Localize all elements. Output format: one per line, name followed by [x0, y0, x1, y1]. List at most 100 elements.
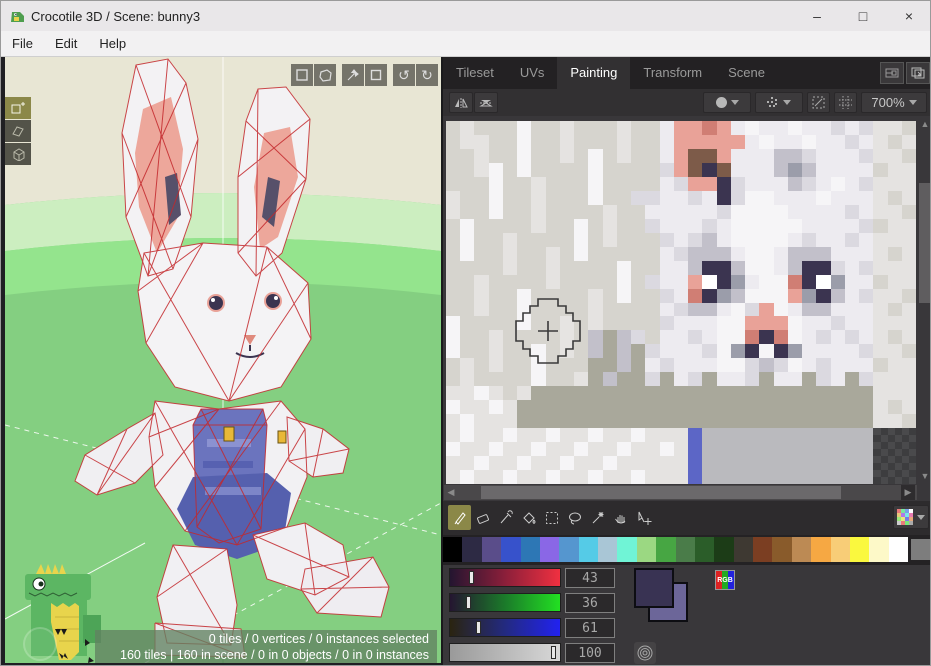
- palette-grid-icon: [897, 509, 913, 525]
- tab-scene[interactable]: Scene: [715, 57, 778, 89]
- vertical-scroll-thumb[interactable]: [919, 183, 931, 303]
- palette-swatch[interactable]: [734, 537, 753, 562]
- brush-shape-dropdown[interactable]: [703, 92, 751, 113]
- window-title: Crocotile 3D / Scene: bunny3: [31, 9, 200, 24]
- palette-swatch[interactable]: [637, 537, 656, 562]
- palette-swatch[interactable]: [714, 537, 733, 562]
- blue-slider[interactable]: [449, 618, 561, 637]
- painting-toolbar: 700%: [443, 89, 931, 116]
- mirror-y-button[interactable]: [474, 92, 498, 113]
- tab-transform[interactable]: Transform: [630, 57, 715, 89]
- chevron-down-icon: [731, 100, 739, 105]
- scroll-left-icon[interactable]: ◀: [444, 485, 458, 499]
- dither-dots-icon: [767, 97, 779, 109]
- blue-slider-thumb[interactable]: [476, 621, 481, 634]
- palette-swatch[interactable]: [695, 537, 714, 562]
- maximize-button[interactable]: □: [840, 1, 886, 31]
- menu-file[interactable]: File: [1, 31, 44, 56]
- palette-swatch[interactable]: [482, 537, 501, 562]
- tab-tileset[interactable]: Tileset: [443, 57, 507, 89]
- lasso-tool[interactable]: [563, 505, 586, 530]
- edit-tile-mode-button[interactable]: [5, 120, 31, 142]
- menu-edit[interactable]: Edit: [44, 31, 88, 56]
- popout-panel-icon[interactable]: [906, 62, 930, 84]
- palette-swatch[interactable]: [850, 537, 869, 562]
- palette-swatch[interactable]: [811, 537, 830, 562]
- close-button[interactable]: ×: [886, 1, 931, 31]
- rotate-ccw-icon[interactable]: ↺: [393, 64, 415, 86]
- palette-swatch[interactable]: [540, 537, 559, 562]
- opacity-value[interactable]: 100: [565, 643, 615, 663]
- palette-swatch[interactable]: [462, 537, 481, 562]
- palette-swatch[interactable]: [579, 537, 598, 562]
- opacity-slider-thumb[interactable]: [551, 646, 556, 659]
- move-select-tool[interactable]: [632, 505, 655, 530]
- viewport-3d[interactable]: ↺ ↻ 0 tiles / 0 vertices / 0 instances s…: [1, 57, 441, 666]
- pixel-grid-button[interactable]: [834, 92, 857, 113]
- palette-swatch[interactable]: [753, 537, 772, 562]
- fill-tool[interactable]: [517, 505, 540, 530]
- scroll-down-icon[interactable]: ▼: [918, 469, 931, 483]
- palette-swatch[interactable]: [831, 537, 850, 562]
- palette-swatch[interactable]: [521, 537, 540, 562]
- palette-swatch[interactable]: [869, 537, 888, 562]
- paint-canvas[interactable]: [446, 121, 916, 484]
- rgb-mode-badge[interactable]: RGB: [715, 570, 735, 590]
- palette-swatch[interactable]: [443, 537, 462, 562]
- brush-circle-icon: [716, 97, 727, 108]
- menu-help[interactable]: Help: [88, 31, 137, 56]
- tab-uvs[interactable]: UVs: [507, 57, 558, 89]
- mirror-x-button[interactable]: [449, 92, 473, 113]
- horizontal-scroll-thumb[interactable]: [481, 486, 841, 499]
- primary-color-swatch[interactable]: [634, 568, 674, 608]
- green-slider[interactable]: [449, 593, 561, 612]
- zoom-level-value: 700%: [871, 95, 904, 110]
- opacity-slider[interactable]: [449, 643, 561, 662]
- palette-swatch[interactable]: [656, 537, 675, 562]
- brush-dither-dropdown[interactable]: [755, 92, 803, 113]
- dither-circle-button[interactable]: [634, 642, 656, 664]
- red-slider[interactable]: [449, 568, 561, 587]
- pan-hand-tool[interactable]: [609, 505, 632, 530]
- viewport-rotate-tools: ↺ ↻: [393, 64, 438, 86]
- scroll-right-icon[interactable]: ▶: [901, 485, 915, 500]
- palette-extra-swatch[interactable]: [911, 539, 931, 560]
- eraser-tool[interactable]: [471, 505, 494, 530]
- scale-rect-icon[interactable]: [365, 64, 387, 86]
- green-slider-thumb[interactable]: [466, 596, 471, 609]
- zoom-level-dropdown[interactable]: 700%: [861, 92, 927, 113]
- pencil-tool[interactable]: [448, 505, 471, 530]
- vertical-scrollbar[interactable]: ▲ ▼: [917, 117, 931, 485]
- magic-wand-tool[interactable]: [586, 505, 609, 530]
- blue-value[interactable]: 61: [565, 618, 615, 638]
- tab-painting[interactable]: Painting: [557, 57, 630, 89]
- move-axes-icon[interactable]: [342, 64, 364, 86]
- palette-swatch[interactable]: [792, 537, 811, 562]
- palette-swatch[interactable]: [598, 537, 617, 562]
- dock-panel-icon[interactable]: [880, 62, 904, 84]
- select-poly-icon[interactable]: [314, 64, 336, 86]
- cube-mode-button[interactable]: [5, 143, 31, 165]
- select-rect-tool[interactable]: [540, 505, 563, 530]
- selection-mode-button[interactable]: [807, 92, 830, 113]
- minimize-button[interactable]: –: [794, 1, 840, 31]
- select-rect-icon[interactable]: [291, 64, 313, 86]
- palette-swatch[interactable]: [617, 537, 636, 562]
- add-tile-mode-button[interactable]: [5, 97, 31, 119]
- scene-render: [5, 57, 441, 663]
- palette-options-dropdown[interactable]: [893, 505, 929, 529]
- palette-row: [443, 535, 931, 565]
- red-slider-thumb[interactable]: [469, 571, 474, 584]
- green-value[interactable]: 36: [565, 593, 615, 613]
- palette-swatch[interactable]: [889, 537, 908, 562]
- watermark-circle: [23, 627, 57, 661]
- red-value[interactable]: 43: [565, 568, 615, 588]
- rotate-cw-icon[interactable]: ↻: [416, 64, 438, 86]
- palette-swatch[interactable]: [559, 537, 578, 562]
- horizontal-scrollbar[interactable]: ◀ ▶: [444, 485, 917, 500]
- scroll-up-icon[interactable]: ▲: [918, 117, 931, 131]
- palette-swatch[interactable]: [772, 537, 791, 562]
- palette-swatch[interactable]: [501, 537, 520, 562]
- palette-swatch[interactable]: [676, 537, 695, 562]
- eyedropper-tool[interactable]: [494, 505, 517, 530]
